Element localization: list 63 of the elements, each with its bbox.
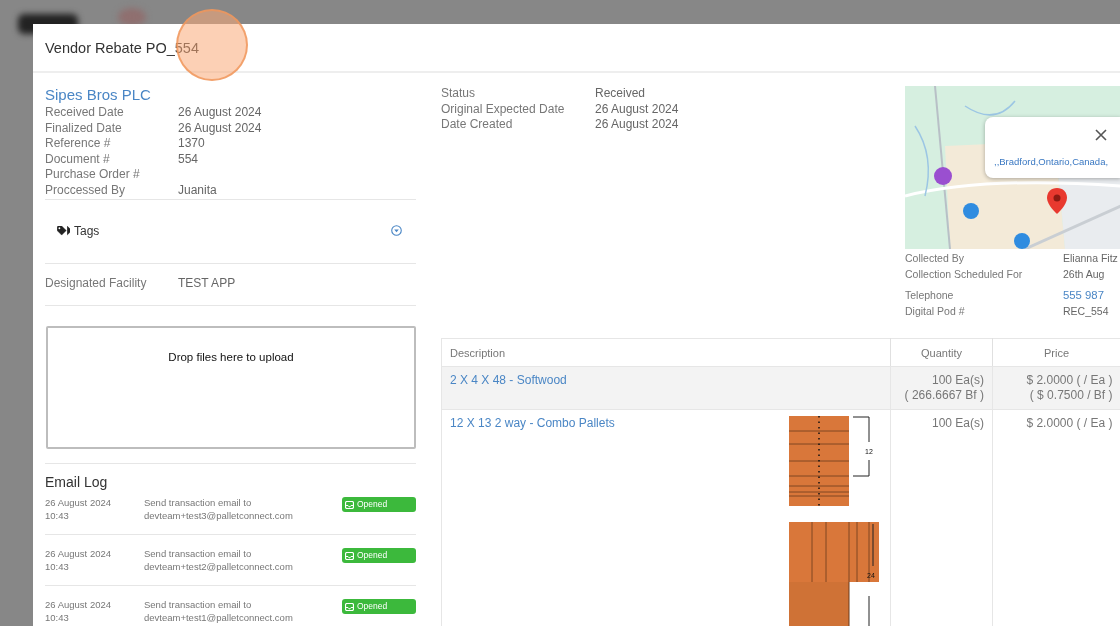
quantity-text: ( 266.6667 Bf ) (904, 388, 984, 403)
tags-label: Tags (74, 223, 100, 238)
field-label: Reference # (45, 136, 112, 152)
field-value: 26 August 2024 (595, 117, 679, 133)
section-title: Email Log (45, 474, 109, 491)
log-date: 26 August 2024 (45, 598, 113, 612)
close-icon (1094, 128, 1108, 142)
log-message: Send transaction email to devteam+test1@palletconnect.com (144, 598, 294, 625)
log-message: Send transaction email to devteam+test3@palletconnect.com (144, 496, 294, 523)
inbox-icon (345, 602, 354, 611)
field-label: Collection Scheduled For (905, 266, 1024, 282)
price-text: $ 2.0000 ( / Ea ) (1026, 373, 1113, 388)
quantity-text: 100 Ea(s) (931, 416, 984, 431)
inbox-icon (345, 500, 354, 509)
field-label: Date Created (441, 117, 514, 133)
log-message: Send transaction email to devteam+test2@palletconnect.com (144, 547, 294, 574)
field-value: Received (595, 86, 647, 102)
field-label: Finalized Date (45, 120, 123, 137)
vendor-link[interactable]: Sipes Bros PLC (45, 86, 416, 103)
field-label: Designated Facility (45, 275, 148, 292)
field-value: 26th Aug (1063, 266, 1106, 282)
field-value: Elianna Fitz (1063, 251, 1119, 266)
log-time: 10:43 (45, 509, 70, 523)
price-text: $ 2.0000 ( / Ea ) (1026, 416, 1113, 431)
field-label: Document # (45, 151, 111, 168)
expand-icon[interactable] (391, 225, 402, 237)
quantity-text: 100 Ea(s) (931, 373, 984, 388)
field-value: REC_554 (1063, 303, 1110, 319)
field-label: Telephone (905, 288, 955, 304)
log-time: 10:43 (45, 560, 70, 574)
item-link[interactable]: 2 X 4 X 48 - Softwood (450, 373, 567, 388)
tags-icon (57, 225, 70, 236)
upload-prompt: Drop files here to upload (168, 351, 294, 364)
field-label: Purchase Order # (45, 167, 141, 183)
log-date: 26 August 2024 (45, 547, 113, 561)
field-value: 26 August 2024 (595, 101, 679, 118)
field-value: 26 August 2024 (178, 105, 263, 121)
price-text: ( $ 0.7500 / Bf ) (1029, 388, 1113, 403)
field-label: Collected By (905, 251, 965, 266)
field-value: TEST APP (178, 275, 237, 292)
address-link[interactable]: ,,Bradford,Ontario,Canada, (994, 156, 1109, 167)
field-label: Digital Pod # (905, 303, 966, 319)
field-label: Received Date (45, 105, 125, 121)
field-label: Status (441, 86, 477, 102)
status-text: Opened (357, 549, 388, 563)
log-date: 26 August 2024 (45, 496, 113, 510)
phone-link[interactable]: 555 987 (1063, 288, 1120, 304)
close-button[interactable] (1094, 128, 1108, 142)
log-time: 10:43 (45, 611, 70, 625)
status-text: Opened (357, 600, 388, 614)
column-header: Description (441, 338, 891, 367)
field-label: Proccessed By (45, 182, 127, 199)
column-header: Price (992, 338, 1120, 367)
column-header: Quantity (890, 338, 993, 367)
status-text: Opened (357, 498, 388, 512)
field-value: 554 (178, 151, 200, 168)
upload-dropzone[interactable]: Drop files here to upload (46, 326, 416, 450)
field-value: 1370 (178, 136, 206, 152)
field-label: Original Expected Date (441, 101, 566, 118)
inbox-icon (345, 551, 354, 560)
item-link[interactable]: 12 X 13 2 way - Combo Pallets (450, 416, 615, 626)
field-value: 26 August 2024 (178, 120, 263, 137)
field-value: Juanita (178, 182, 218, 199)
